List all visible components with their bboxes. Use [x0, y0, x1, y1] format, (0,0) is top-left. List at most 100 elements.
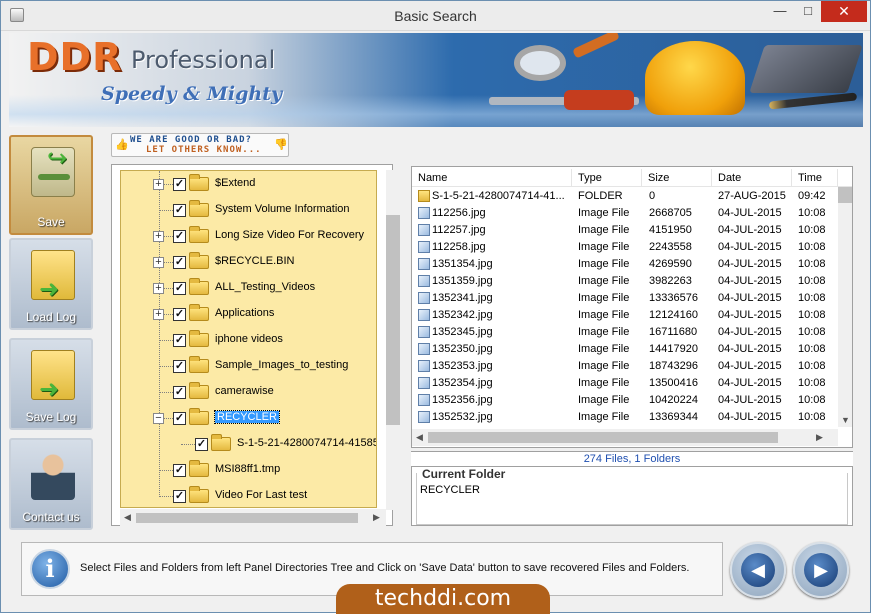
cell-size: 10420224 [649, 394, 698, 406]
tree-expander-icon[interactable]: − [153, 413, 164, 424]
scroll-left-icon[interactable]: ◀ [124, 512, 131, 523]
file-list-panel: Name Type Size Date Time S-1-5-21-428007… [411, 166, 853, 448]
cell-type: Image File [578, 394, 630, 406]
feedback-line1: WE ARE GOOD OR BAD? [130, 135, 252, 145]
tree-item[interactable]: ✓ Sample_Images_to_testing [121, 353, 376, 379]
tree-expander-icon[interactable]: + [153, 283, 164, 294]
cell-name: 1351359.jpg [432, 275, 493, 287]
file-list-row[interactable]: 1352356.jpg Image File 10420224 04-JUL-2015… [412, 392, 838, 409]
file-list-row[interactable]: S-1-5-21-4280074714-41... FOLDER 0 27-AUG-2… [412, 188, 838, 205]
file-list-row[interactable]: 1352342.jpg Image File 12124160 04-JUL-2015… [412, 307, 838, 324]
folder-icon [189, 382, 209, 399]
cell-size: 4269590 [649, 258, 692, 270]
tree-checkbox[interactable]: ✓ [173, 412, 186, 425]
title-bar: Basic Search — □ ✕ [1, 1, 870, 31]
feedback-badge[interactable]: 👍 WE ARE GOOD OR BAD? LET OTHERS KNOW...… [111, 133, 289, 157]
file-list-row[interactable]: 112257.jpg Image File 4151950 04-JUL-2015 10… [412, 222, 838, 239]
list-scroll-left-icon[interactable]: ◀ [416, 432, 423, 443]
minimize-button[interactable]: — [768, 1, 792, 22]
tree-item[interactable]: − ✓ RECYCLER [121, 405, 376, 431]
image-file-icon [418, 394, 430, 406]
hard-hat-icon [645, 41, 745, 115]
tree-checkbox[interactable]: ✓ [173, 308, 186, 321]
file-list-row[interactable]: 112258.jpg Image File 2243558 04-JUL-2015 10… [412, 239, 838, 256]
tree-checkbox[interactable]: ✓ [173, 360, 186, 373]
tree-item[interactable]: ✓ S-1-5-21-4280074714-415853 [121, 431, 376, 457]
tree-item-label: $Extend [215, 177, 256, 189]
tree-vertical-scroll-thumb[interactable] [386, 215, 400, 425]
tree-expander-icon[interactable]: + [153, 309, 164, 320]
contact-person-icon [31, 450, 75, 500]
back-button[interactable]: ◀ [730, 542, 786, 598]
file-list-row[interactable]: 1352341.jpg Image File 13336576 04-JUL-2015… [412, 290, 838, 307]
image-file-icon [418, 292, 430, 304]
contact-us-button[interactable]: Contact us [9, 438, 93, 530]
list-scroll-right-icon[interactable]: ▶ [816, 432, 823, 443]
file-list-row[interactable]: 1352354.jpg Image File 13500416 04-JUL-2015… [412, 375, 838, 392]
maximize-button[interactable]: □ [796, 1, 820, 22]
current-folder-group: Current Folder RECYCLER [411, 466, 853, 526]
tree-item[interactable]: ✓ iphone videos [121, 327, 376, 353]
save-log-icon: ➜ [31, 350, 75, 403]
column-size[interactable]: Size [642, 169, 712, 187]
tree-expander-icon[interactable]: + [153, 231, 164, 242]
cell-date: 27-AUG-2015 [718, 190, 786, 202]
tree-checkbox[interactable]: ✓ [173, 178, 186, 191]
tree-item[interactable]: ✓ System Volume Information [121, 197, 376, 223]
list-vertical-scrollbar[interactable] [838, 187, 852, 427]
scroll-right-icon[interactable]: ▶ [373, 512, 380, 523]
tree-checkbox[interactable]: ✓ [173, 334, 186, 347]
tree-checkbox[interactable]: ✓ [173, 230, 186, 243]
cell-name: 1352341.jpg [432, 292, 493, 304]
next-button[interactable]: ▶ [793, 542, 849, 598]
file-list-row[interactable]: 112256.jpg Image File 2668705 04-JUL-2015 10… [412, 205, 838, 222]
cell-name: 1352350.jpg [432, 343, 493, 355]
column-time[interactable]: Time [792, 169, 838, 187]
close-button[interactable]: ✕ [821, 1, 867, 22]
tree-horizontal-scroll-thumb[interactable] [136, 513, 358, 523]
tree-checkbox[interactable]: ✓ [173, 490, 186, 503]
cell-type: Image File [578, 343, 630, 355]
tree-checkbox[interactable]: ✓ [173, 282, 186, 295]
tree-item[interactable]: ✓ MSI88ff1.tmp [121, 457, 376, 483]
cell-time: 10:08 [798, 258, 826, 270]
cell-date: 04-JUL-2015 [718, 309, 782, 321]
column-type[interactable]: Type [572, 169, 642, 187]
tree-item[interactable]: ✓ camerawise [121, 379, 376, 405]
tree-expander-icon[interactable]: + [153, 179, 164, 190]
image-file-icon [418, 377, 430, 389]
tree-checkbox[interactable]: ✓ [173, 204, 186, 217]
list-horizontal-scroll-thumb[interactable] [428, 432, 778, 443]
tree-expander-icon[interactable]: + [153, 257, 164, 268]
tree-item[interactable]: + ✓ $Extend [121, 171, 376, 197]
file-list-row[interactable]: 1352345.jpg Image File 16711680 04-JUL-2015… [412, 324, 838, 341]
tree-checkbox[interactable]: ✓ [173, 256, 186, 269]
save-button[interactable]: ↪ Save [9, 135, 93, 235]
tree-item[interactable]: ✓ Video For Last test [121, 483, 376, 507]
column-date[interactable]: Date [712, 169, 792, 187]
tree-item[interactable]: + ✓ $RECYCLE.BIN [121, 249, 376, 275]
file-list-row[interactable]: 1351354.jpg Image File 4269590 04-JUL-2015 1… [412, 256, 838, 273]
list-vertical-scroll-thumb[interactable] [838, 187, 852, 203]
file-list-row[interactable]: 1352350.jpg Image File 14417920 04-JUL-2015… [412, 341, 838, 358]
cell-size: 0 [649, 190, 656, 202]
tree-checkbox[interactable]: ✓ [195, 438, 208, 451]
cell-date: 04-JUL-2015 [718, 343, 782, 355]
cell-size: 2668705 [649, 207, 692, 219]
tree-item[interactable]: + ✓ Long Size Video For Recovery [121, 223, 376, 249]
tree-checkbox[interactable]: ✓ [173, 464, 186, 477]
cell-type: Image File [578, 224, 630, 236]
directory-tree[interactable]: + ✓ $Extend ✓ System Volume Information + ✓ Lon… [120, 170, 377, 508]
list-scroll-down-icon[interactable]: ▼ [841, 415, 850, 425]
feedback-line2: LET OTHERS KNOW... [146, 145, 262, 155]
tree-item[interactable]: + ✓ Applications [121, 301, 376, 327]
file-list-row[interactable]: 1351359.jpg Image File 3982263 04-JUL-2015 1… [412, 273, 838, 290]
save-log-button[interactable]: ➜ Save Log [9, 338, 93, 430]
cell-size: 12124160 [649, 309, 698, 321]
file-list-row[interactable]: 1352353.jpg Image File 18743296 04-JUL-2015… [412, 358, 838, 375]
load-log-button[interactable]: ➜ Load Log [9, 238, 93, 330]
tree-item[interactable]: + ✓ ALL_Testing_Videos [121, 275, 376, 301]
tree-checkbox[interactable]: ✓ [173, 386, 186, 399]
column-name[interactable]: Name [412, 169, 572, 187]
file-list-row[interactable]: 1352532.jpg Image File 13369344 04-JUL-2015… [412, 409, 838, 426]
